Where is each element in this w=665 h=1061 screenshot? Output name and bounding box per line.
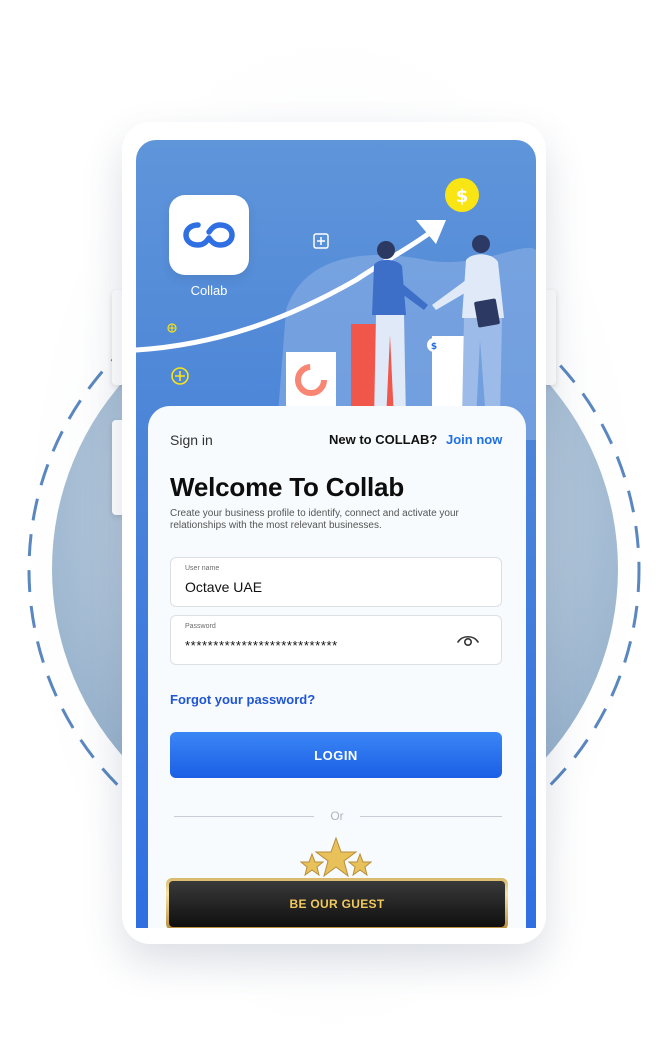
forgot-password-link[interactable]: Forgot your password? (170, 692, 315, 707)
password-input[interactable]: *************************** (185, 638, 338, 653)
page-subtitle: Create your business profile to identify… (170, 508, 459, 531)
login-button[interactable]: LOGIN (170, 732, 502, 778)
stars-icon (299, 836, 373, 878)
divider-text: Or (330, 809, 344, 823)
stage: $ $ Collab Sign in New to COLLAB? Join n… (0, 0, 665, 1061)
app-logo (169, 195, 249, 275)
svg-text:$: $ (456, 186, 469, 207)
join-now-link[interactable]: Join now (446, 432, 502, 447)
svg-text:$: $ (431, 342, 437, 352)
guest-button[interactable]: BE OUR GUEST (166, 878, 508, 928)
app-screen: $ $ Collab Sign in New to COLLAB? Join n… (136, 140, 536, 928)
password-field[interactable]: Password *************************** (170, 615, 502, 665)
divider-line (360, 816, 502, 817)
hero-illustration: $ $ Collab (136, 140, 536, 440)
eye-icon[interactable] (457, 632, 479, 648)
username-input[interactable]: Octave UAE (185, 579, 262, 595)
new-user-prompt: New to COLLAB? (329, 432, 438, 447)
password-label: Password (185, 623, 216, 630)
page-title: Welcome To Collab (170, 472, 405, 502)
username-label: User name (185, 565, 220, 572)
divider-line (174, 816, 314, 817)
signin-heading: Sign in (170, 432, 213, 448)
username-field[interactable]: User name Octave UAE (170, 557, 502, 607)
signin-card: Sign in New to COLLAB? Join now Welcome … (148, 406, 526, 928)
app-name: Collab (190, 283, 228, 298)
guest-button-label: BE OUR GUEST (169, 881, 505, 927)
phone-frame: $ $ Collab Sign in New to COLLAB? Join n… (122, 122, 546, 944)
infinity-link-icon (183, 222, 235, 248)
